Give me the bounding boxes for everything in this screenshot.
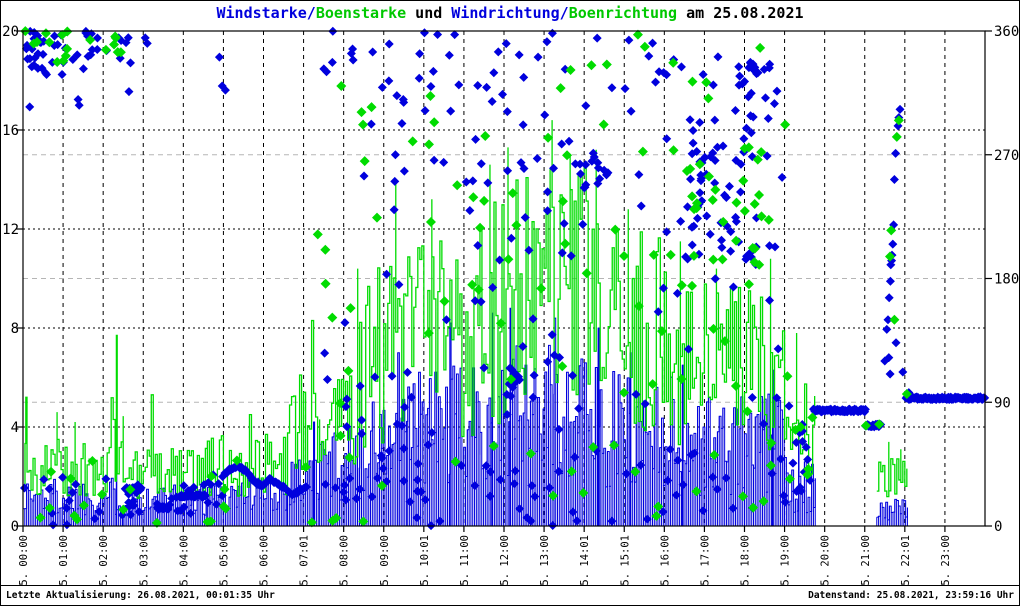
left-axis-tick-label: 16 bbox=[2, 123, 19, 139]
x-axis-tick-label: 25. 06:00 bbox=[259, 535, 271, 587]
x-axis-tick-label: 25. 03:00 bbox=[138, 535, 150, 587]
data-state-label: Datenstand: 25.08.2021, 23:59:16 Uhr bbox=[808, 590, 1014, 601]
x-axis-tick-label: 25. 10:01 bbox=[419, 535, 431, 587]
x-axis-tick-label: 25. 13:00 bbox=[539, 535, 551, 587]
x-axis-tick-label: 25. 14:01 bbox=[579, 535, 591, 587]
x-axis-tick-label: 25. 09:00 bbox=[379, 535, 391, 587]
left-axis-tick-label: 20 bbox=[2, 24, 19, 40]
right-axis-tick-label: 270 bbox=[994, 148, 1019, 164]
x-axis-tick-label: 25. 01:00 bbox=[58, 535, 70, 587]
x-axis-tick-label: 25. 08:00 bbox=[339, 535, 351, 587]
x-axis-tick-label: 25. 05:00 bbox=[218, 535, 230, 587]
x-axis-tick-label: 25. 02:00 bbox=[98, 535, 110, 587]
x-axis-tick-label: 25. 17:00 bbox=[699, 535, 711, 587]
x-axis-tick-label: 25. 11:00 bbox=[459, 535, 471, 587]
left-axis-tick-label: 4 bbox=[11, 420, 19, 436]
x-axis-tick-label: 25. 12:00 bbox=[499, 535, 511, 587]
right-axis-tick-label: 180 bbox=[994, 272, 1019, 288]
x-axis-tick-label: 25. 15:01 bbox=[619, 535, 631, 587]
right-axis-tick-label: 90 bbox=[994, 395, 1011, 411]
left-axis-tick-label: 8 bbox=[11, 321, 19, 337]
boenrichtung-series bbox=[20, 26, 912, 528]
right-axis-tick-label: 0 bbox=[994, 519, 1002, 535]
x-axis-tick-label: 25. 19:00 bbox=[780, 535, 792, 587]
x-axis-tick-label: 25. 23:00 bbox=[940, 535, 952, 587]
status-bar: Letzte Aktualisierung: 26.08.2021, 00:01… bbox=[1, 585, 1019, 605]
x-axis-tick-label: 25. 16:00 bbox=[659, 535, 671, 587]
x-axis-tick-label: 25. 20:00 bbox=[820, 535, 832, 587]
left-axis-tick-label: 0 bbox=[11, 519, 19, 535]
weather-chart-app: Windstarke/Boenstarke und Windrichtung/B… bbox=[0, 0, 1020, 606]
x-axis-tick-label: 25. 00:00 bbox=[18, 535, 30, 587]
right-axis-tick-label: 360 bbox=[994, 24, 1019, 40]
x-axis-tick-label: 25. 18:00 bbox=[740, 535, 752, 587]
left-axis-tick-label: 12 bbox=[2, 222, 19, 238]
x-axis-tick-label: 25. 04:00 bbox=[178, 535, 190, 587]
last-update-label: Letzte Aktualisierung: 26.08.2021, 00:01… bbox=[6, 590, 275, 601]
x-axis-tick-label: 25. 21:00 bbox=[860, 535, 872, 587]
chart-canvas: 0 4 8 12 16 20 0 90 180 270 360 25. 00:00 25. 01:00 2… bbox=[2, 24, 1019, 587]
x-axis-tick-label: 25. 22:01 bbox=[900, 535, 912, 587]
x-axis-tick-label: 25. 07:01 bbox=[299, 535, 311, 587]
